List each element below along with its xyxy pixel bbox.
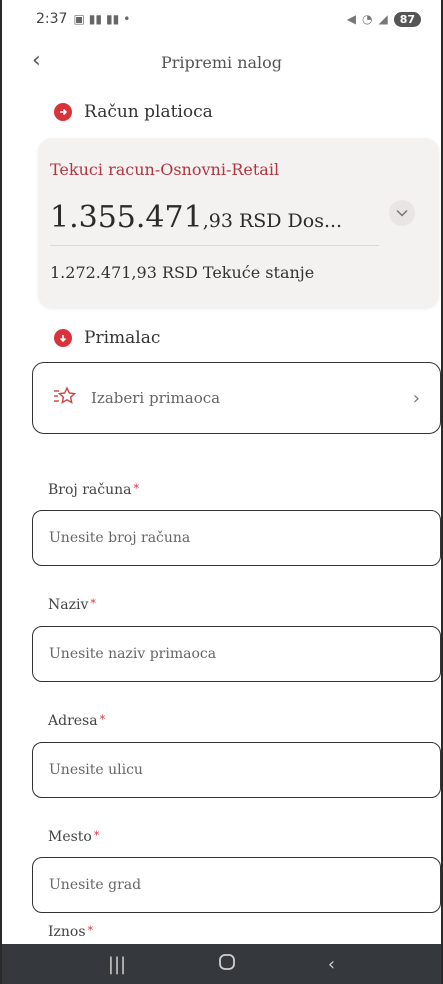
- arrow-in-icon: [54, 329, 72, 347]
- amount-label-text: Iznos: [48, 924, 86, 940]
- dot-icon: •: [123, 12, 131, 26]
- header: ‹ Pripremi nalog: [2, 44, 441, 80]
- address-label: Adresa *: [48, 713, 105, 729]
- recent-apps-icon[interactable]: |||: [108, 954, 126, 975]
- status-left: 2:37 ▣ ▮▮ ▮▮ •: [36, 11, 130, 27]
- name-field[interactable]: [32, 626, 441, 682]
- city-input[interactable]: [49, 877, 440, 893]
- choose-recipient-label: Izaberi primaoca: [91, 389, 221, 407]
- amount-decimal: ,93: [202, 210, 233, 232]
- chart-icon-2: ▮▮: [106, 12, 120, 26]
- available-amount: 1.355.471,93 RSD Dos...: [50, 200, 342, 235]
- system-nav-bar: ||| ‹: [2, 944, 441, 984]
- account-number-field[interactable]: [32, 510, 441, 566]
- payer-section-heading: Račun platioca: [54, 102, 213, 122]
- app-screen: 2:37 ▣ ▮▮ ▮▮ • ◀ ◔ ◢ 87 ‹ Pripremi nalog…: [0, 0, 443, 984]
- account-number-label: Broj računa *: [48, 482, 139, 498]
- required-marker: *: [99, 713, 106, 726]
- divider: [50, 245, 379, 246]
- name-label: Naziv *: [48, 597, 96, 613]
- status-time: 2:37: [36, 11, 68, 27]
- payer-section-label: Račun platioca: [84, 102, 213, 122]
- amount-label: Iznos *: [48, 924, 93, 940]
- name-input[interactable]: [49, 646, 440, 662]
- required-marker: *: [87, 924, 94, 937]
- arrow-out-icon: [54, 103, 72, 121]
- star-list-icon: [53, 385, 77, 411]
- chart-icon: ▮▮: [88, 12, 103, 26]
- amount-integer: 1.355.471: [50, 200, 203, 235]
- account-number-input[interactable]: [49, 530, 440, 546]
- required-marker: *: [133, 482, 139, 495]
- screenshot-icon: ▣: [73, 12, 85, 26]
- address-field[interactable]: [32, 742, 441, 798]
- account-number-label-text: Broj računa: [48, 482, 132, 498]
- city-field[interactable]: [32, 857, 441, 913]
- choose-recipient-button[interactable]: Izaberi primaoca ›: [32, 362, 441, 434]
- status-bar: 2:37 ▣ ▮▮ ▮▮ • ◀ ◔ ◢ 87: [2, 0, 441, 38]
- chevron-down-icon[interactable]: [389, 200, 415, 226]
- amount-currency: RSD Dos...: [232, 210, 343, 232]
- status-right: ◀ ◔ ◢ 87: [346, 11, 421, 27]
- address-input[interactable]: [49, 762, 440, 778]
- signal-icon: ◢: [378, 12, 388, 26]
- name-label-text: Naziv: [48, 597, 89, 613]
- account-balance: 1.272.471,93 RSD Tekuće stanje: [50, 263, 315, 282]
- account-card[interactable]: Tekuci racun-Osnovni-Retail 1.355.471,93…: [38, 138, 439, 308]
- wifi-icon: ◔: [361, 12, 373, 26]
- recipient-section-label: Primalac: [84, 328, 161, 348]
- mute-icon: ◀: [346, 12, 356, 26]
- recipient-section-heading: Primalac: [54, 328, 160, 348]
- chevron-right-icon: ›: [412, 387, 420, 409]
- required-marker: *: [93, 829, 100, 842]
- page-title: Pripremi nalog: [160, 52, 283, 72]
- back-arrow-icon[interactable]: ‹: [32, 48, 41, 73]
- city-label: Mesto *: [48, 829, 99, 845]
- battery-icon: 87: [393, 11, 421, 27]
- address-label-text: Adresa: [48, 713, 98, 729]
- back-icon[interactable]: ‹: [328, 954, 335, 975]
- notification-icons: ▣ ▮▮ ▮▮ •: [73, 12, 130, 26]
- account-name: Tekuci racun-Osnovni-Retail: [50, 160, 280, 179]
- city-label-text: Mesto: [48, 829, 92, 845]
- home-icon[interactable]: [218, 953, 236, 976]
- required-marker: *: [90, 597, 96, 610]
